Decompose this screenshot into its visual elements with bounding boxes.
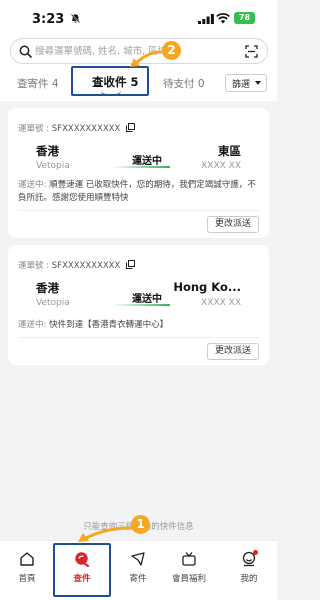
description-label: 運送中:	[18, 320, 47, 330]
destination-city: Hong Ko...	[173, 280, 241, 294]
shipment-status: 運送中	[132, 294, 162, 305]
filter-button[interactable]: 篩選	[225, 74, 267, 92]
send-icon	[131, 552, 145, 566]
shipment-status: 運送中	[132, 156, 162, 167]
status-bar: 3:23 78	[0, 0, 277, 34]
nav-label: 我的	[240, 574, 258, 584]
caret-down-icon	[255, 81, 261, 85]
description-text: 快件到達【香港青衣轉運中心】	[49, 320, 169, 330]
destination-sub: XXXX XX	[201, 298, 241, 308]
notification-dot	[253, 550, 258, 555]
waybill-label: 運單號 :	[18, 124, 50, 134]
status-progress-line	[112, 166, 170, 168]
tab-pending-payment[interactable]: 待支付 0	[163, 76, 205, 91]
copy-icon[interactable]	[126, 260, 135, 269]
destination-sub: XXXX XX	[201, 161, 241, 171]
shipment-card[interactable]: 運單號 : SFXXXXXXXXXX 香港 Vetopia 運送中 東區 XXX…	[8, 108, 269, 238]
copy-icon[interactable]	[126, 123, 135, 132]
origin-city: 香港	[36, 281, 59, 295]
waybill-row: 運單號 : SFXXXXXXXXXX	[18, 259, 135, 271]
divider	[18, 210, 259, 211]
nav-home[interactable]: 首頁	[7, 551, 47, 584]
scan-icon[interactable]	[245, 45, 258, 58]
waybill-number: SFXXXXXXXXXX	[51, 124, 121, 134]
nav-member-benefits[interactable]: 會員福利	[167, 551, 211, 584]
description-label: 運送中:	[18, 180, 47, 190]
nav-profile[interactable]: 我的	[229, 550, 269, 584]
waybill-row: 運單號 : SFXXXXXXXXXX	[18, 122, 135, 134]
origin-sub: Vetopia	[36, 161, 70, 171]
shipment-description: 運送中: 順豐速運 已收取快件，您的期待，我們定竭誠守護，不負所託。感謝您使用順…	[18, 179, 262, 205]
waybill-label: 運單號 :	[18, 261, 50, 271]
annotation-highlight-tab	[71, 66, 149, 96]
tab-sent[interactable]: 查寄件 4	[17, 76, 59, 91]
status-time: 3:23	[32, 12, 65, 27]
bell-off-icon	[70, 13, 81, 24]
signal-icon	[198, 14, 214, 24]
description-text: 順豐速運 已收取快件，您的期待，我們定竭誠守護，不負所託。感謝您使用順豐特快	[18, 180, 256, 203]
annotation-marker-2: 2	[162, 41, 181, 60]
annotation-marker-1: 1	[131, 515, 150, 534]
bottom-nav: 首頁 查件 寄件 會員福利 我的	[0, 540, 277, 600]
divider	[18, 337, 259, 338]
waybill-number: SFXXXXXXXXXX	[51, 261, 121, 271]
annotation-arrow-icon	[78, 526, 132, 542]
search-icon	[19, 45, 32, 58]
status-progress-line	[112, 304, 170, 306]
nav-send[interactable]: 寄件	[118, 551, 158, 584]
annotation-arrow-icon	[130, 50, 162, 67]
destination-city: 東區	[218, 144, 241, 158]
annotation-highlight-nav	[53, 543, 111, 597]
wifi-icon	[216, 13, 230, 24]
origin-city: 香港	[36, 144, 59, 158]
nav-label: 寄件	[129, 574, 147, 584]
shipment-card[interactable]: 運單號 : SFXXXXXXXXXX 香港 Vetopia 運送中 Hong K…	[8, 245, 269, 365]
origin-sub: Vetopia	[36, 298, 70, 308]
tv-gift-icon	[182, 552, 196, 566]
home-icon	[20, 552, 34, 566]
nav-label: 首頁	[18, 574, 36, 584]
shipment-description: 運送中: 快件到達【香港青衣轉運中心】	[18, 319, 262, 332]
battery-indicator: 78	[234, 12, 255, 24]
filter-label: 篩選	[232, 79, 251, 90]
change-delivery-button[interactable]: 更改派送	[207, 216, 259, 233]
change-delivery-button[interactable]: 更改派送	[207, 343, 259, 360]
nav-label: 會員福利	[171, 574, 206, 584]
